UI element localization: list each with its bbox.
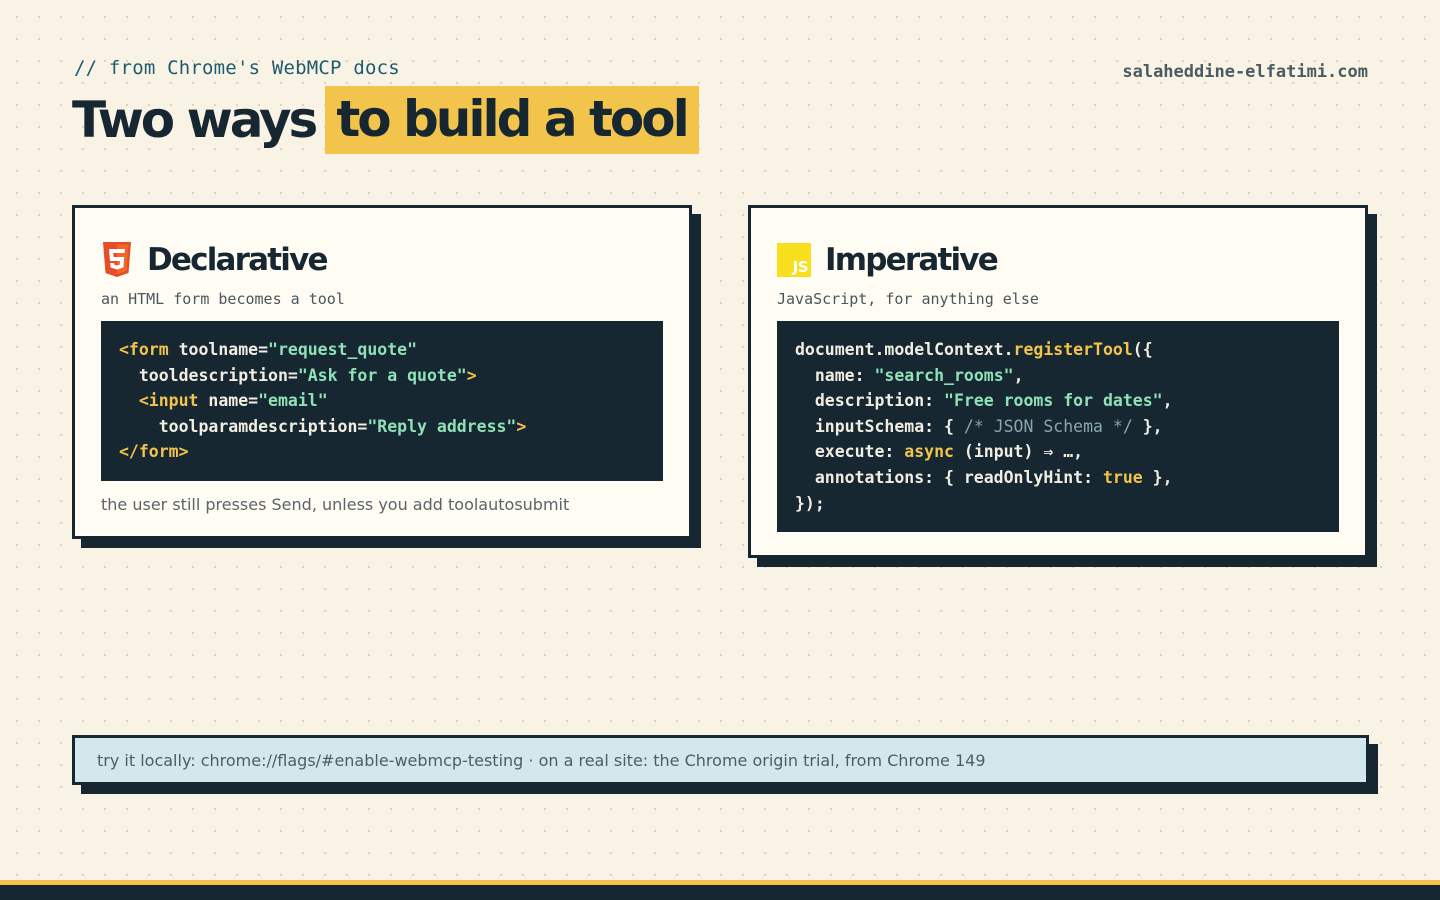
- eyebrow-source: // from Chrome's WebMCP docs: [74, 57, 400, 79]
- imperative-code-block: document.modelContext.registerTool({ nam…: [777, 321, 1339, 532]
- code-token: /* JSON Schema */: [963, 416, 1133, 436]
- declarative-card: Declarative an HTML form becomes a tool …: [72, 205, 692, 539]
- javascript-icon-text: JS: [792, 258, 809, 276]
- code-token: ({: [1132, 340, 1153, 359]
- imperative-card: JS Imperative JavaScript, for anything e…: [748, 205, 1368, 558]
- declarative-title: Declarative: [147, 242, 329, 278]
- code-token: name=: [198, 391, 259, 411]
- code-token: toolparamdescription=: [119, 416, 368, 436]
- javascript-icon: JS: [777, 243, 811, 277]
- declarative-note: the user still presses Send, unless you …: [101, 495, 570, 514]
- footer-note: try it locally: chrome://flags/#enable-w…: [97, 750, 986, 770]
- page-title-highlight: to build a tool: [325, 86, 699, 154]
- code-token: name:: [795, 365, 875, 385]
- code-token: annotations: { readOnlyHint:: [795, 467, 1103, 487]
- code-token: >: [516, 416, 527, 436]
- code-token: "search_rooms": [874, 365, 1014, 385]
- code-token: async: [904, 442, 954, 462]
- declarative-code-block: <form toolname="request_quote" tooldescr…: [101, 321, 663, 481]
- code-line: document.modelContext.registerTool({: [795, 337, 1321, 363]
- declarative-subtitle: an HTML form becomes a tool: [101, 290, 345, 308]
- code-token: });: [795, 493, 825, 513]
- code-line: name: "search_rooms",: [795, 363, 1321, 389]
- code-line: annotations: { readOnlyHint: true },: [795, 465, 1321, 491]
- code-token: description:: [795, 391, 945, 411]
- page-title: Two ways to build a tool: [72, 86, 699, 154]
- code-token: registerTool: [1013, 340, 1133, 359]
- code-line: execute: async (input) ⇒ …,: [795, 439, 1321, 465]
- code-token: tooldescription=: [119, 365, 298, 385]
- html5-icon: [103, 242, 131, 277]
- code-token: <input: [138, 391, 199, 411]
- imperative-header: JS Imperative: [777, 242, 999, 278]
- code-token: inputSchema: {: [795, 416, 964, 436]
- code-token: "Ask for a quote": [297, 365, 467, 385]
- imperative-subtitle: JavaScript, for anything else: [777, 290, 1039, 308]
- site-url: salaheddine-elfatimi.com: [1122, 62, 1368, 82]
- code-token: ,: [1013, 365, 1024, 385]
- code-token: document.modelContext.: [795, 340, 1014, 359]
- code-line: <form toolname="request_quote": [119, 337, 645, 363]
- page-title-plain: Two ways: [72, 91, 318, 149]
- code-token: },: [1132, 416, 1163, 436]
- code-token: "Free rooms for dates": [944, 391, 1163, 411]
- footer-note-box: try it locally: chrome://flags/#enable-w…: [72, 735, 1369, 785]
- code-token: <form: [119, 340, 169, 359]
- code-line: </form>: [119, 439, 645, 465]
- code-line: description: "Free rooms for dates",: [795, 388, 1321, 414]
- code-line: <input name="email": [119, 388, 645, 414]
- code-token: "email": [258, 391, 328, 411]
- imperative-title: Imperative: [825, 242, 999, 278]
- declarative-header: Declarative: [101, 242, 329, 278]
- code-token: toolname=: [168, 340, 269, 359]
- code-line: toolparamdescription="Reply address">: [119, 414, 645, 440]
- code-token: >: [466, 365, 477, 385]
- code-token: "Reply address": [367, 416, 517, 436]
- code-token: true: [1102, 467, 1143, 487]
- code-line: inputSchema: { /* JSON Schema */ },: [795, 414, 1321, 440]
- bottom-bar: [0, 880, 1440, 900]
- code-token: "request_quote": [268, 340, 418, 359]
- code-token: (input) ⇒ …,: [953, 442, 1084, 462]
- code-token: </form>: [119, 442, 189, 462]
- code-token: },: [1142, 467, 1173, 487]
- code-token: execute:: [795, 442, 905, 462]
- code-line: tooldescription="Ask for a quote">: [119, 363, 645, 389]
- code-token: ,: [1162, 391, 1173, 411]
- code-line: });: [795, 491, 1321, 517]
